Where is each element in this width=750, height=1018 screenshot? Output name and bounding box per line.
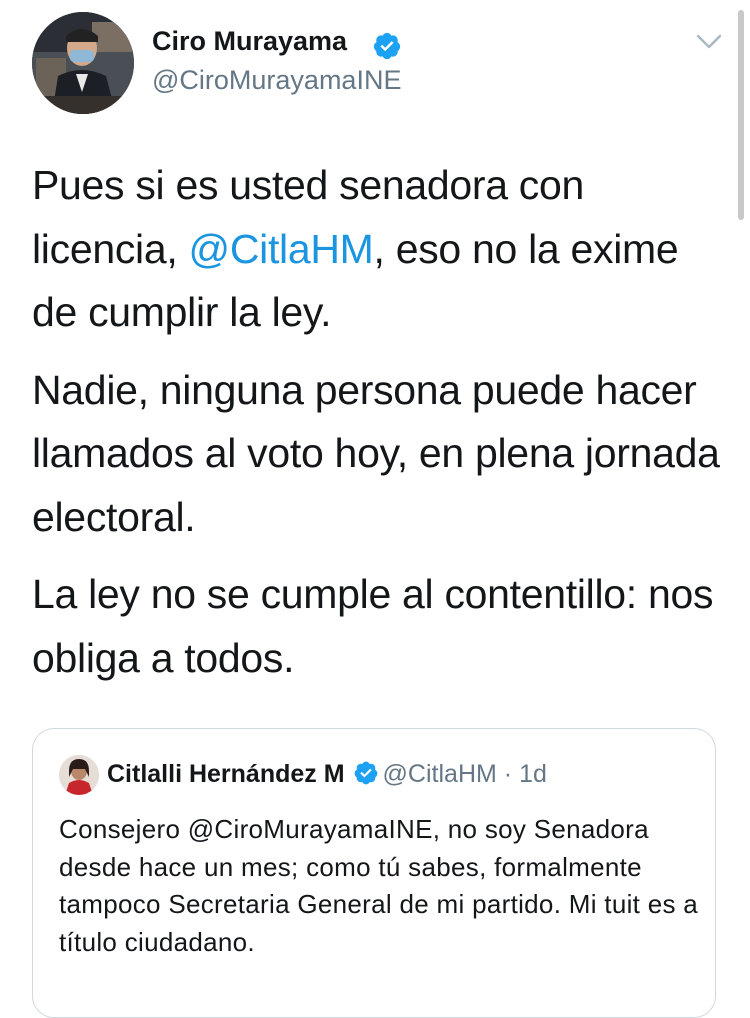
quoted-handle[interactable]: @CitlaHM [383,760,497,788]
tweet-paragraph-1: Pues si es usted senadora con licencia, … [32,154,732,345]
quoted-author-avatar[interactable] [59,755,99,795]
author-avatar[interactable] [32,12,134,114]
quoted-tweet[interactable]: Citlalli Hernández M @CitlaHM · 1d Consej… [32,728,716,1018]
tweet-text: Pues si es usted senadora con licencia, … [32,154,732,704]
quoted-header: Citlalli Hernández M @CitlaHM · 1d [107,759,547,789]
tweet-paragraph-3: La ley no se cumple al contentillo: nos … [32,571,714,681]
author-handle[interactable]: @CiroMurayamaINE [152,65,401,96]
verified-badge-icon [373,32,401,60]
quoted-separator: · [503,760,513,788]
quoted-tweet-text: Consejero @CiroMurayamaINE, no soy Senad… [59,814,699,957]
quoted-display-name[interactable]: Citlalli Hernández M [107,760,345,788]
mention-link[interactable]: @CitlaHM [189,226,374,272]
scrollbar-thumb[interactable] [738,10,744,220]
chevron-down-icon[interactable] [694,30,724,54]
tweet-card: Ciro Murayama @CiroMurayamaINE Pues si e… [0,0,750,1018]
verified-badge-icon [354,761,377,785]
author-display-name[interactable]: Ciro Murayama [152,26,347,57]
tweet-paragraph-2: Nadie, ninguna persona puede hacer llama… [32,366,720,540]
quoted-timestamp[interactable]: 1d [519,760,547,788]
